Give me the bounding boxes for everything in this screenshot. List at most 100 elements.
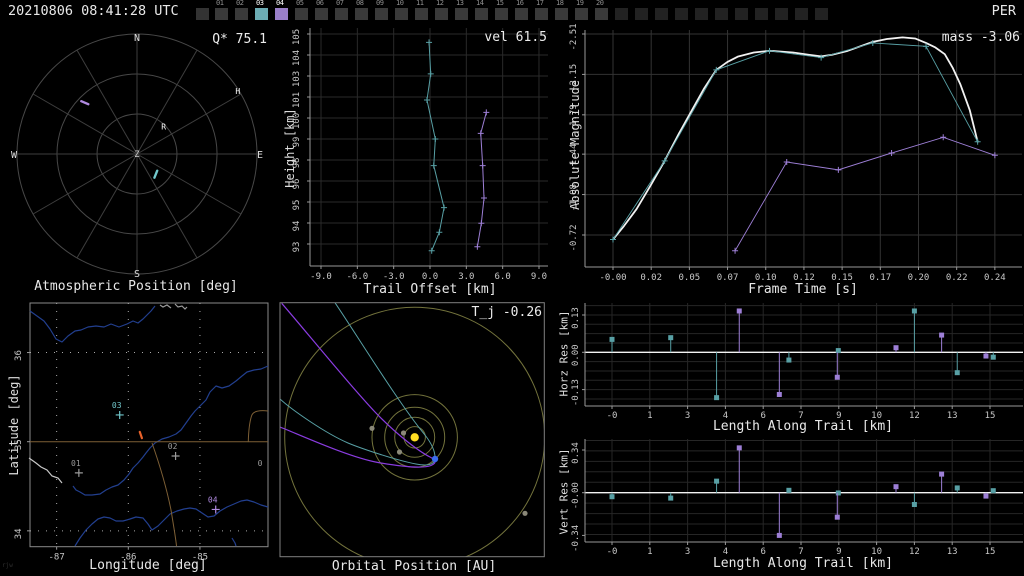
frame-square[interactable]: [555, 8, 568, 20]
frame-label: 06: [316, 0, 324, 7]
frame-cell-04[interactable]: 04: [275, 0, 289, 22]
frame-cell-08[interactable]: 08: [355, 0, 369, 22]
frame-label: 01: [216, 0, 224, 7]
magnitude-plot: -0.00 0.02 0.05 0.07 0.10 0.12 0.15 0.17 0.20 0.2…: [569, 24, 1022, 283]
frame-cell-empty[interactable]: [695, 0, 709, 22]
frame-cell-empty[interactable]: [675, 0, 689, 22]
orbital-panel: [270, 300, 550, 576]
residual-marker-03: [609, 336, 615, 342]
frame-label: 04: [276, 0, 284, 7]
frame-cell-18[interactable]: 18: [555, 0, 569, 22]
frame-square[interactable]: [755, 8, 768, 20]
frame-label: 14: [476, 0, 484, 7]
frame-square[interactable]: [255, 8, 268, 20]
frame-square[interactable]: [215, 8, 228, 20]
frame-square[interactable]: [615, 8, 628, 20]
frame-square[interactable]: [295, 8, 308, 20]
station-label-02: 02: [168, 442, 178, 451]
frame-square[interactable]: [375, 8, 388, 20]
frame-square[interactable]: [675, 8, 688, 20]
frame-cell-03[interactable]: 03: [255, 0, 269, 22]
zenith-label: Z: [134, 150, 140, 160]
shower-code-badge: PER: [991, 3, 1016, 19]
orbital-border: [279, 302, 545, 558]
frame-square[interactable]: [575, 8, 588, 20]
frame-cell-empty[interactable]: [775, 0, 789, 22]
x-tick-label: -0.00: [599, 273, 626, 283]
frame-cell-11[interactable]: 11: [415, 0, 429, 22]
frame-cell-empty[interactable]: [615, 0, 629, 22]
frame-cell-06[interactable]: 06: [315, 0, 329, 22]
frame-cell-15[interactable]: 15: [495, 0, 509, 22]
frame-square[interactable]: [315, 8, 328, 20]
frame-square[interactable]: [415, 8, 428, 20]
horz-res-panel: -0 1 3 4 6 7 9 10 12 13 15 0.13 0.00 -0.13: [560, 300, 1024, 437]
frame-cell-empty[interactable]: [655, 0, 669, 22]
frame-cell-empty[interactable]: [635, 0, 649, 22]
atmospheric-caption: Atmospheric Position [deg]: [34, 279, 238, 294]
frame-square[interactable]: [455, 8, 468, 20]
residual-marker-03: [668, 335, 674, 341]
frame-cell-02[interactable]: 02: [235, 0, 249, 22]
polar-radial-line: [136, 153, 242, 215]
polar-radial-line: [76, 153, 138, 259]
frame-square[interactable]: [235, 8, 248, 20]
frame-square[interactable]: [395, 8, 408, 20]
frame-square[interactable]: [795, 8, 808, 20]
frame-cell-14[interactable]: 14: [475, 0, 489, 22]
frame-square[interactable]: [495, 8, 508, 20]
frame-square[interactable]: [735, 8, 748, 20]
frame-square[interactable]: [475, 8, 488, 20]
residual-marker-03: [990, 488, 996, 494]
data-point-marker: [441, 204, 448, 211]
frame-square[interactable]: [595, 8, 608, 20]
frame-cell-empty[interactable]: [795, 0, 809, 22]
polar-radial-line: [136, 93, 242, 155]
frame-cell-empty[interactable]: [815, 0, 829, 22]
frame-cell-10[interactable]: 10: [395, 0, 409, 22]
station-label-0: 0: [258, 459, 263, 468]
x-tick-label: 0.24: [984, 273, 1006, 283]
frame-square[interactable]: [196, 8, 209, 20]
frame-label: 15: [496, 0, 504, 7]
frame-cell-20[interactable]: 20: [595, 0, 609, 22]
map-ylabel: Latitude [deg]: [7, 374, 21, 476]
frame-cell-16[interactable]: 16: [515, 0, 529, 22]
frame-square[interactable]: [355, 8, 368, 20]
frame-square[interactable]: [435, 8, 448, 20]
frame-cell-empty[interactable]: [755, 0, 769, 22]
frame-cell-13[interactable]: 13: [455, 0, 469, 22]
frame-label: 17: [536, 0, 544, 7]
x-tick-label: -0: [607, 547, 618, 557]
frame-cell-empty[interactable]: [735, 0, 749, 22]
frame-label: 12: [436, 0, 444, 7]
frame-cell-19[interactable]: 19: [575, 0, 589, 22]
frame-square[interactable]: [515, 8, 528, 20]
y-tick-label: -0.00: [571, 482, 581, 509]
frame-square[interactable]: [535, 8, 548, 20]
meteor-analysis-app: { "app": { "timestamp": "20210806 08:41:…: [0, 0, 1024, 576]
frame-cell-01[interactable]: 01: [215, 0, 229, 22]
frame-square[interactable]: [335, 8, 348, 20]
frame-cell-blank[interactable]: [196, 0, 210, 22]
frame-cell-07[interactable]: 07: [335, 0, 349, 22]
frame-cell-17[interactable]: 17: [535, 0, 549, 22]
river: [74, 499, 269, 547]
frame-cell-empty[interactable]: [715, 0, 729, 22]
frame-square[interactable]: [815, 8, 828, 20]
frame-square[interactable]: [715, 8, 728, 20]
frame-square[interactable]: [775, 8, 788, 20]
frame-cell-12[interactable]: 12: [435, 0, 449, 22]
state-border: [247, 410, 269, 442]
frame-square[interactable]: [635, 8, 648, 20]
data-point-marker: [783, 159, 790, 166]
frame-square[interactable]: [655, 8, 668, 20]
frame-cell-05[interactable]: 05: [295, 0, 309, 22]
vert-res-xlabel: Length Along Trail [km]: [712, 556, 893, 571]
frame-cell-09[interactable]: 09: [375, 0, 389, 22]
trail-line-04: [476, 112, 487, 247]
frame-square[interactable]: [275, 8, 288, 20]
magnitude-xlabel: Frame Time [s]: [748, 282, 858, 297]
x-tick-label: 1: [647, 547, 652, 557]
frame-square[interactable]: [695, 8, 708, 20]
